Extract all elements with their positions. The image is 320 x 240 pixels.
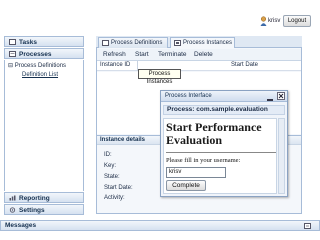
username-label: krisv	[268, 18, 281, 24]
reporting-label: Reporting	[19, 194, 50, 202]
messages-bar[interactable]	[0, 220, 320, 231]
tab-label: Process Instances	[183, 40, 233, 46]
instance-details-title: Instance details	[100, 137, 146, 143]
processes-label: Processes	[19, 50, 52, 58]
close-icon[interactable]	[277, 92, 285, 100]
detail-activity-label: Activity:	[104, 195, 125, 201]
tasks-panel-header[interactable]: Tasks	[4, 36, 84, 47]
detail-start-date-label: Start Date:	[104, 185, 133, 191]
form-divider	[166, 152, 276, 153]
settings-icon	[9, 207, 16, 213]
column-start-date[interactable]: Start Date	[231, 62, 258, 68]
instances-icon	[174, 40, 181, 46]
tab-process-instances[interactable]: Process Instances	[170, 37, 235, 48]
collapse-icon[interactable]: ⊟	[8, 63, 15, 69]
definitions-icon	[102, 40, 109, 46]
tooltip: Process Instances	[138, 69, 181, 85]
tree-item-process-definitions[interactable]: ⊟ Process Definitions	[8, 62, 66, 69]
expand-icon[interactable]	[304, 223, 311, 229]
processes-icon	[9, 51, 16, 57]
terminate-button[interactable]: Terminate	[158, 51, 187, 58]
messages-label: Messages	[5, 222, 37, 229]
definition-list-link[interactable]: Definition List	[22, 72, 58, 78]
delete-button[interactable]: Delete	[194, 51, 213, 58]
minimize-icon[interactable]	[267, 99, 273, 101]
detail-key-label: Key:	[104, 163, 117, 169]
dialog-title: Process Interface	[165, 93, 212, 99]
tree-item-label: Process Definitions	[14, 63, 67, 69]
tab-process-definitions[interactable]: Process Definitions	[98, 37, 168, 48]
detail-state-label: State:	[104, 174, 120, 180]
settings-label: Settings	[19, 206, 45, 214]
processes-panel-body	[4, 60, 84, 191]
start-button[interactable]: Start	[135, 51, 149, 58]
reporting-panel-header[interactable]: Reporting	[4, 192, 84, 203]
tasks-label: Tasks	[19, 38, 37, 46]
settings-panel-header[interactable]: Settings	[4, 204, 84, 215]
detail-id-label: ID:	[104, 152, 112, 158]
dialog-scrollbar[interactable]	[278, 118, 285, 194]
user-icon	[260, 16, 267, 26]
username-prompt: Please fill in your username:	[166, 157, 241, 164]
username-input[interactable]: krisv	[166, 167, 226, 178]
process-name: Process: com.sample.evaluation	[163, 105, 285, 115]
reporting-icon	[9, 195, 16, 201]
complete-button[interactable]: Complete	[166, 180, 206, 191]
tasks-icon	[9, 39, 16, 45]
logout-button[interactable]: Logout	[283, 15, 311, 27]
column-instance-id[interactable]: Instance ID	[100, 62, 130, 68]
form-heading: Start Performance Evaluation	[166, 120, 262, 147]
processes-panel-header[interactable]: Processes	[4, 48, 84, 59]
tab-label: Process Definitions	[111, 40, 163, 46]
refresh-button[interactable]: Refresh	[103, 51, 126, 58]
